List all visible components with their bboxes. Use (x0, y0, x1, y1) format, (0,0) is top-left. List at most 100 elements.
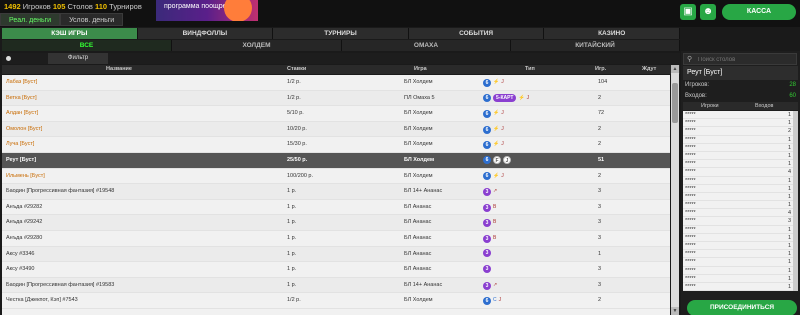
player-row: ***** 1 (683, 226, 793, 234)
jackpot-icon: J (526, 94, 530, 101)
col-type[interactable]: Тип (525, 65, 535, 74)
tab-casino[interactable]: КАЗИНО (544, 28, 680, 39)
row-game: БЛ Ананас (404, 219, 432, 226)
table-scrollbar[interactable]: ▲ ▼ (671, 65, 679, 315)
player-name: ***** (685, 161, 696, 168)
player-row: ***** 4 (683, 168, 793, 177)
player-entries: 1 (787, 259, 791, 266)
table-row[interactable]: Баодин [Прогрессивная фантазия] #19583 1 … (2, 277, 670, 295)
table-row[interactable]: Аксу #3490 1 р. БЛ Ананас 3 3 (2, 262, 670, 278)
seats-6-badge: 6 (483, 155, 491, 164)
table-row[interactable]: Аксу #3346 1 р. БЛ Ананас 1 3 (2, 246, 670, 263)
tab-chinese[interactable]: КИТАЙСКИЙ (511, 40, 680, 51)
table-row[interactable]: Ветка [Буст] 1/2 р. ПЛ Омаха 5 2 6 5-КАРТ ⚡ J (2, 90, 670, 107)
tab-events[interactable]: СОБЫТИЯ (408, 28, 545, 39)
tab-play-money[interactable]: Услов. деньги (60, 13, 124, 26)
player-row: ***** 1 (683, 275, 793, 283)
table-row[interactable]: Анъда #29280 1 р. БЛ Ананас 3 3 B (2, 231, 670, 247)
row-stakes: 1 р. (287, 219, 297, 226)
tourneys-label: Турниров (109, 2, 142, 11)
tab-all[interactable]: ВСЕ (2, 40, 172, 51)
kassa-button[interactable]: КАССА (722, 4, 796, 20)
tab-real-money[interactable]: Реал. деньги (0, 13, 61, 26)
jackpot-icon: J (503, 155, 511, 164)
tab-cash-games[interactable]: КЭШ ИГРЫ (2, 28, 138, 39)
table-row[interactable]: Лабаз [Буст] 1/2 р. БЛ Холдем 104 6 ⚡ J (2, 75, 670, 91)
players-label: Игроков (22, 2, 51, 11)
row-players: 3 (598, 188, 602, 195)
row-type-badges: 6 ⚡ J (483, 137, 506, 154)
seats-6-badge: 6 (483, 172, 491, 181)
col-players[interactable]: Игр. (595, 65, 606, 74)
row-type-badges: 3 (483, 262, 493, 278)
right-panel: ⚲ Реут [Буст] Игроков: 28 Входов: 60 Игрок… (681, 51, 800, 315)
player-entries: 1 (787, 161, 791, 168)
table-row[interactable]: Алдан [Буст] 5/10 р. БЛ Холдем 72 6 ⚡ J (2, 106, 670, 122)
tab-tournaments[interactable]: ТУРНИРЫ (273, 28, 409, 39)
row-name: Анъда #29282 (6, 203, 43, 210)
row-type-badges: 6FJ (483, 153, 513, 169)
row-name: Баодин [Прогрессивная фантазия] #19548 (6, 188, 115, 195)
seats-6-badge: 6 (483, 94, 491, 103)
search-box[interactable]: ⚲ (683, 53, 797, 65)
row-stakes: 5/10 р. (287, 110, 304, 117)
table-row[interactable]: Баодин [Прогрессивная фантазия] #19548 1 … (2, 184, 670, 200)
player-row: ***** 1 (683, 119, 793, 128)
col-waiting[interactable]: Ждут (642, 65, 656, 74)
table-row[interactable]: Реут [Буст] 25/50 р. БЛ Холдем 51 6 F J (2, 153, 670, 169)
col-game[interactable]: Игра (414, 65, 427, 74)
row-stakes: 15/30 р. (287, 141, 307, 148)
player-row: ***** 1 (683, 242, 793, 251)
table-row[interactable]: Честка [Джекпот, Кэп] #7543 1/2 р. БЛ Холд… (2, 293, 670, 309)
scroll-down-icon[interactable]: ▼ (671, 307, 679, 315)
player-name: ***** (685, 112, 696, 118)
players-scrollbar[interactable] (793, 111, 798, 291)
lobby-window: 1492 Игроков 105 Столов 110 Турниров Реа… (0, 0, 800, 315)
row-players: 2 (598, 141, 602, 148)
row-stakes: 1 р. (287, 203, 297, 210)
scroll-thumb[interactable] (672, 83, 678, 123)
table-row[interactable]: Ильмень [Буст] 100/200 р. БЛ Холдем 2 6 ⚡ J (2, 169, 670, 185)
player-row: ***** 1 (683, 267, 793, 275)
jackpot-icon: J (501, 110, 504, 117)
players-list: ***** 1 ***** 1 ***** 2 ***** 1 ***** 1 ***** 1 ****… (683, 111, 793, 291)
fast-icon: ⚡ (493, 125, 500, 132)
b-icon: B (493, 235, 497, 241)
player-entries: 1 (787, 243, 791, 249)
jackpot-icon: J (501, 79, 504, 85)
tab-holdem[interactable]: ХОЛДЕМ (172, 40, 342, 51)
filter-toggle-icon[interactable] (6, 56, 11, 61)
filter-button[interactable]: Фильтр (48, 53, 108, 64)
scroll-up-icon[interactable]: ▲ (671, 65, 679, 73)
tab-omaha[interactable]: ОМАХА (342, 40, 511, 51)
join-button[interactable]: ПРИСОЕДИНИТЬСЯ (687, 300, 797, 315)
row-players: 2 (598, 125, 602, 132)
row-type-badges: 3 ↗ (483, 278, 499, 295)
row-type-badges: 3B (483, 231, 498, 248)
col-name[interactable]: Название (106, 65, 132, 74)
player-entries: 4 (787, 169, 791, 176)
player-name: ***** (685, 185, 696, 192)
row-game: БЛ Холдем (404, 125, 433, 132)
table-row[interactable]: Анъда #29242 1 р. БЛ Ананас 3 3 B (2, 215, 670, 231)
promo-banner[interactable]: программа поощрения (156, 0, 258, 21)
seats-6-badge: 6 (483, 125, 491, 134)
gift-icon[interactable]: ▣ (680, 4, 696, 20)
row-stakes: 1 р. (287, 188, 297, 195)
player-entries: 1 (787, 267, 791, 274)
table-row[interactable]: Омолон [Буст] 10/20 р. БЛ Холдем 2 6 ⚡ J (2, 121, 670, 138)
player-name: ***** (685, 177, 696, 184)
table-row[interactable]: Луча [Буст] 15/30 р. БЛ Холдем 2 6 ⚡ J (2, 137, 670, 153)
players-count: 1492 (4, 2, 21, 11)
row-game: БЛ Ананас (404, 235, 432, 241)
tab-windfalls[interactable]: ВИНДФОЛЛЫ (137, 28, 274, 39)
row-stakes: 10/20 р. (287, 125, 307, 132)
support-icon[interactable]: ☻ (700, 4, 716, 20)
player-entries: 2 (787, 128, 791, 135)
table-row[interactable]: Анъда #29282 1 р. БЛ Ананас 3 3 B (2, 200, 670, 216)
col-stakes[interactable]: Ставки (287, 65, 306, 74)
player-row: ***** 2 (683, 127, 793, 136)
player-name: ***** (685, 267, 696, 274)
row-type-badges: 3 ↗ (483, 184, 499, 201)
search-input[interactable] (698, 55, 796, 64)
